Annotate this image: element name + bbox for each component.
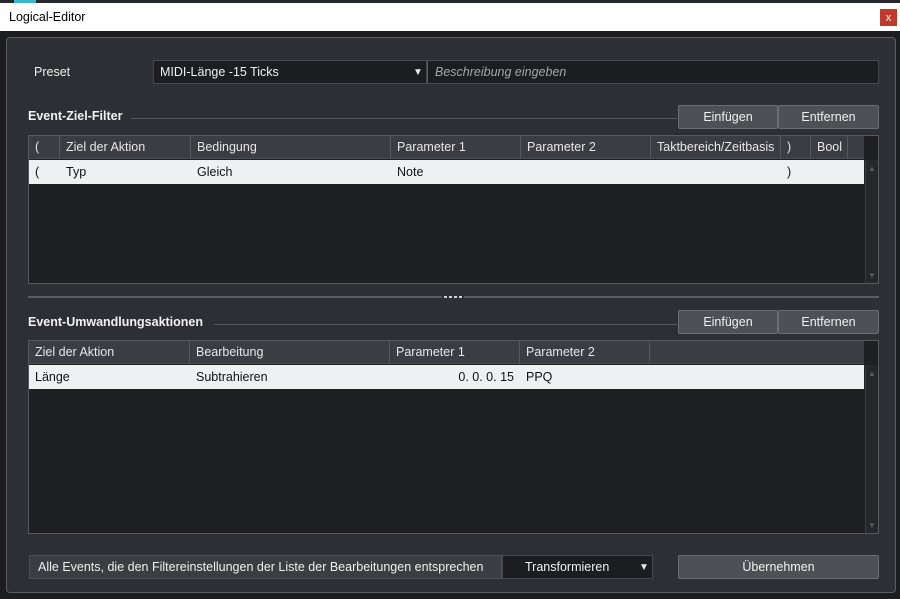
section-divider (214, 324, 677, 325)
preset-dropdown[interactable]: MIDI-Länge -15 Ticks ▼ (153, 60, 427, 84)
dropdown-arrow-icon: ▼ (413, 66, 423, 78)
scroll-up-icon[interactable]: ▲ (866, 162, 878, 174)
cell-param1[interactable]: Note (391, 165, 521, 179)
actions-table: Ziel der Aktion Bearbeitung Parameter 1 … (28, 340, 879, 534)
scroll-up-icon[interactable]: ▲ (866, 367, 878, 379)
filter-scrollbar[interactable]: ▲ ▼ (865, 160, 878, 283)
filter-section-title: Event-Ziel-Filter (28, 109, 123, 123)
description-input[interactable]: Beschreibung eingeben (427, 60, 879, 84)
filter-remove-button[interactable]: Entfernen (778, 105, 879, 129)
filter-col-param1[interactable]: Parameter 1 (391, 136, 521, 159)
dropdown-arrow-icon: ▼ (639, 561, 649, 573)
filter-col-condition[interactable]: Bedingung (191, 136, 391, 159)
actions-section-title: Event-Umwandlungsaktionen (28, 315, 204, 329)
close-button[interactable]: x (880, 9, 897, 26)
preset-label: Preset (34, 65, 71, 79)
scroll-down-icon[interactable]: ▼ (866, 269, 878, 281)
logical-editor-panel: Preset MIDI-Länge -15 Ticks ▼ Beschreibu… (6, 37, 896, 593)
table-row[interactable]: ( Typ Gleich Note ) (29, 160, 864, 184)
filter-table-header: ( Ziel der Aktion Bedingung Parameter 1 … (29, 136, 864, 159)
actions-insert-button[interactable]: Einfügen (678, 310, 778, 334)
filter-col-param2[interactable]: Parameter 2 (521, 136, 651, 159)
filter-col-target[interactable]: Ziel der Aktion (60, 136, 191, 159)
function-value: Transformieren (525, 560, 610, 574)
cell-open-paren[interactable]: ( (29, 165, 60, 179)
function-dropdown[interactable]: Transformieren ▼ (502, 555, 653, 579)
apply-button[interactable]: Übernehmen (678, 555, 879, 579)
cell-param1[interactable]: 0. 0. 0. 15 (390, 370, 520, 384)
title-bar: Logical-Editor x (0, 3, 900, 31)
actions-table-header: Ziel der Aktion Bearbeitung Parameter 1 … (29, 341, 864, 364)
filter-col-open-paren[interactable]: ( (29, 136, 60, 159)
cell-target[interactable]: Länge (29, 370, 190, 384)
cell-param2[interactable]: PPQ (520, 370, 650, 384)
splitter-grip-icon[interactable] (442, 294, 464, 300)
actions-remove-button[interactable]: Entfernen (778, 310, 879, 334)
cell-operation[interactable]: Subtrahieren (190, 370, 390, 384)
footer-description: Alle Events, die den Filtereinstellungen… (29, 555, 502, 579)
cell-close-paren[interactable]: ) (781, 165, 811, 179)
actions-col-target[interactable]: Ziel der Aktion (29, 341, 190, 364)
preset-value: MIDI-Länge -15 Ticks (160, 65, 279, 79)
filter-table: ( Ziel der Aktion Bedingung Parameter 1 … (28, 135, 879, 284)
table-row[interactable]: Länge Subtrahieren 0. 0. 0. 15 PPQ (29, 365, 864, 389)
filter-col-bool[interactable]: Bool (811, 136, 848, 159)
filter-col-bar-range[interactable]: Taktbereich/Zeitbasis (651, 136, 781, 159)
section-divider (131, 118, 677, 119)
actions-scrollbar[interactable]: ▲ ▼ (865, 365, 878, 533)
actions-col-param1[interactable]: Parameter 1 (390, 341, 520, 364)
actions-col-empty (650, 341, 864, 364)
actions-col-operation[interactable]: Bearbeitung (190, 341, 390, 364)
scroll-down-icon[interactable]: ▼ (866, 519, 878, 531)
filter-insert-button[interactable]: Einfügen (678, 105, 778, 129)
filter-col-close-paren[interactable]: ) (781, 136, 811, 159)
actions-col-param2[interactable]: Parameter 2 (520, 341, 650, 364)
cell-target[interactable]: Typ (60, 165, 191, 179)
cell-condition[interactable]: Gleich (191, 165, 391, 179)
window-title: Logical-Editor (9, 10, 86, 24)
